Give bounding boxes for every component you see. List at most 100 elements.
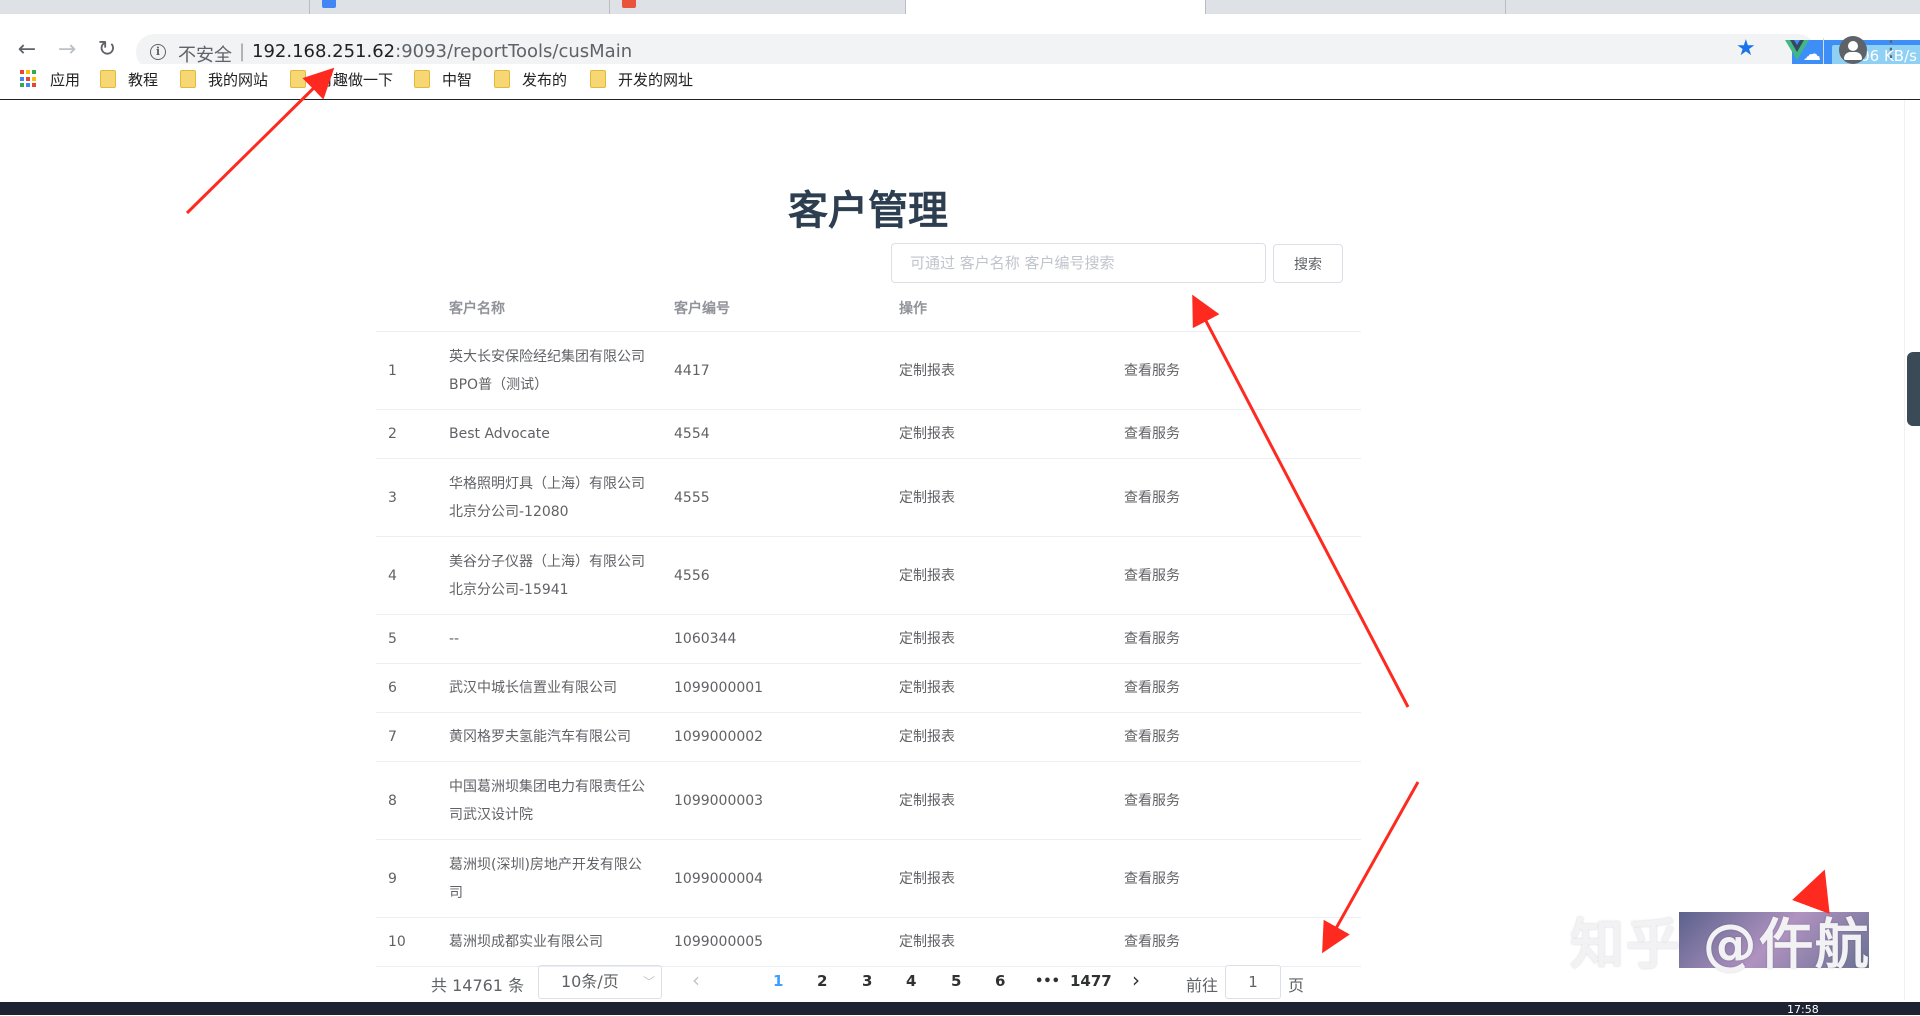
pagination-total: 共 14761 条	[431, 976, 525, 995]
bookmark-folder[interactable]: 我的网站	[180, 64, 268, 94]
customer-name: Best Advocate	[449, 426, 550, 442]
page-number[interactable]: 4	[906, 972, 916, 990]
table-row: 3 华格照明灯具（上海）有限公司北京分公司-12080 4555 定制报表 查看服务	[376, 459, 1361, 537]
table-row: 1 英大长安保险经纪集团有限公司BPO普（测试） 4417 定制报表 查看服务	[376, 332, 1361, 410]
row-index: 6	[388, 680, 397, 696]
view-service-link[interactable]: 查看服务	[1124, 928, 1180, 956]
goto-page-input[interactable]	[1225, 965, 1281, 999]
table-body: 1 英大长安保险经纪集团有限公司BPO普（测试） 4417 定制报表 查看服务 2 Best…	[376, 332, 1361, 967]
row-index: 1	[388, 362, 397, 379]
custom-report-link[interactable]: 定制报表	[899, 723, 955, 751]
more-menu-icon[interactable]: ⋮	[1880, 36, 1902, 64]
view-service-link[interactable]: 查看服务	[1124, 562, 1180, 590]
bookmark-label: 发布的	[522, 70, 568, 89]
folder-icon	[290, 70, 306, 88]
custom-report-link[interactable]: 定制报表	[899, 357, 955, 385]
bookmark-folder[interactable]: 发布的	[494, 64, 567, 94]
bookmark-folder[interactable]: 教程	[100, 64, 158, 94]
prev-page-icon[interactable]: ‹	[692, 968, 700, 992]
back-icon[interactable]: ←	[13, 36, 41, 64]
goto-label: 前往	[1186, 976, 1219, 995]
customer-name: 武汉中城长信置业有限公司	[449, 680, 617, 696]
page-number[interactable]: 1	[773, 972, 783, 990]
next-page-icon[interactable]: ›	[1132, 968, 1140, 992]
bookmark-label: 教程	[128, 70, 159, 89]
forward-icon[interactable]: →	[53, 36, 81, 64]
bookmark-label: 应用	[50, 70, 81, 89]
search-input[interactable]	[891, 243, 1266, 283]
table-row: 6 武汉中城长信置业有限公司 1099000001 定制报表 查看服务	[376, 664, 1361, 713]
bookmarks-bar: 应用 教程 我的网站 有趣做一下 中智 发布的 开发的网址	[0, 64, 1920, 100]
custom-report-link[interactable]: 定制报表	[899, 865, 955, 893]
custom-report-link[interactable]: 定制报表	[899, 928, 955, 956]
browser-tab[interactable]	[1206, 0, 1506, 14]
customer-code: 1099000004	[674, 870, 764, 887]
view-service-link[interactable]: 查看服务	[1124, 484, 1180, 512]
table-row: 2 Best Advocate 4554 定制报表 查看服务	[376, 410, 1361, 459]
page-size-select[interactable]: 10条/页 ﹀	[538, 965, 662, 999]
browser-tab-active[interactable]	[906, 0, 1206, 14]
customer-code: 1099000002	[674, 729, 764, 745]
bookmark-star-icon[interactable]: ★	[1736, 36, 1756, 61]
page-number[interactable]: 5	[951, 972, 961, 990]
view-service-link[interactable]: 查看服务	[1124, 674, 1180, 702]
goto-unit: 页	[1288, 976, 1305, 995]
folder-icon	[100, 70, 116, 88]
custom-report-link[interactable]: 定制报表	[899, 562, 955, 590]
custom-report-link[interactable]: 定制报表	[899, 420, 955, 448]
apps-grid-icon	[20, 70, 38, 88]
column-header-code: 客户编号	[674, 301, 730, 317]
view-service-link[interactable]: 查看服务	[1124, 357, 1180, 385]
browser-tab[interactable]	[310, 0, 610, 14]
account-icon[interactable]	[1839, 36, 1867, 64]
vue-devtools-icon[interactable]	[1784, 36, 1810, 62]
tab-favicon	[622, 0, 636, 8]
bookmark-folder[interactable]: 中智	[414, 64, 472, 94]
customer-name: 华格照明灯具（上海）有限公司北京分公司-12080	[449, 475, 645, 520]
customer-code: 4556	[674, 567, 710, 584]
customer-code: 1099000001	[674, 680, 764, 696]
bookmark-label: 有趣做一下	[318, 70, 394, 89]
browser-tab[interactable]	[610, 0, 906, 14]
page-number[interactable]: 2	[817, 972, 827, 990]
view-service-link[interactable]: 查看服务	[1124, 625, 1180, 653]
view-service-link[interactable]: 查看服务	[1124, 865, 1180, 893]
more-pages-icon[interactable]: •••	[1035, 974, 1060, 989]
info-icon[interactable]: i	[150, 44, 166, 60]
page-number[interactable]: 3	[862, 972, 872, 990]
customer-code: 1099000005	[674, 934, 764, 950]
page-number[interactable]: 6	[995, 972, 1005, 990]
pagination: 共 14761 条 10条/页 ﹀ ‹ 1 2 3 4 5 6 ••• 1477…	[376, 962, 1361, 1002]
customer-name: 美谷分子仪器（上海）有限公司北京分公司-15941	[449, 553, 645, 598]
side-widget-handle[interactable]	[1907, 352, 1920, 426]
reload-icon[interactable]: ↻	[93, 36, 121, 64]
url-text[interactable]: 192.168.251.62:9093/reportTools/cusMain	[252, 41, 632, 62]
view-service-link[interactable]: 查看服务	[1124, 723, 1180, 751]
bookmark-label: 开发的网址	[618, 70, 694, 89]
bookmark-label: 我的网站	[208, 70, 269, 89]
customer-code: 4417	[674, 362, 710, 379]
customer-name: 中国葛洲坝集团电力有限责任公司武汉设计院	[449, 778, 645, 823]
bookmark-apps[interactable]: 应用	[20, 64, 80, 94]
search-button[interactable]: 搜索	[1273, 244, 1343, 283]
browser-tab[interactable]	[0, 0, 310, 14]
custom-report-link[interactable]: 定制报表	[899, 787, 955, 815]
row-index: 5	[388, 631, 397, 647]
view-service-link[interactable]: 查看服务	[1124, 787, 1180, 815]
page-number-last[interactable]: 1477	[1070, 972, 1112, 990]
folder-icon	[180, 70, 196, 88]
bookmark-folder[interactable]: 有趣做一下	[290, 64, 393, 94]
table-row: 4 美谷分子仪器（上海）有限公司北京分公司-15941 4556 定制报表 查看服务	[376, 537, 1361, 615]
folder-icon	[414, 70, 430, 88]
custom-report-link[interactable]: 定制报表	[899, 625, 955, 653]
custom-report-link[interactable]: 定制报表	[899, 484, 955, 512]
page-scrollbar[interactable]	[1904, 100, 1920, 1000]
table-header: 客户名称 客户编号 操作	[376, 286, 1361, 332]
customer-code: 1060344	[674, 631, 737, 647]
page-title: 客户管理	[788, 188, 948, 234]
custom-report-link[interactable]: 定制报表	[899, 674, 955, 702]
view-service-link[interactable]: 查看服务	[1124, 420, 1180, 448]
bookmark-folder[interactable]: 开发的网址	[590, 64, 693, 94]
table-row: 9 葛洲坝(深圳)房地产开发有限公司 1099000004 定制报表 查看服务	[376, 840, 1361, 918]
bookmark-label: 中智	[442, 70, 473, 89]
